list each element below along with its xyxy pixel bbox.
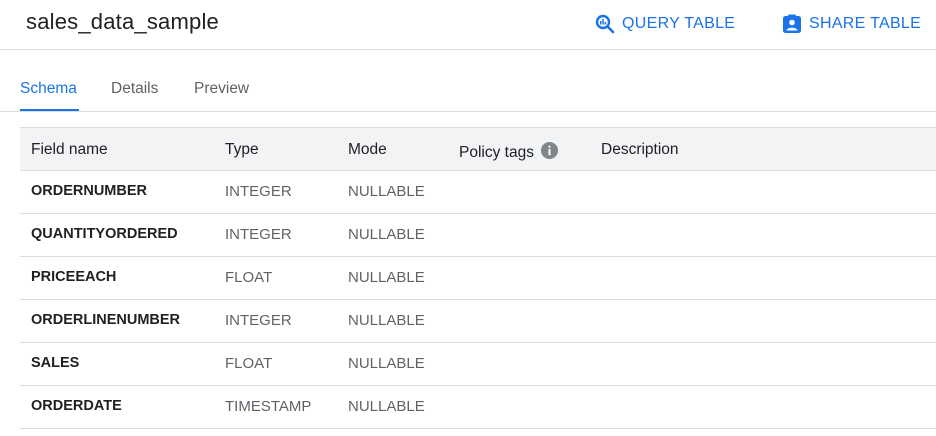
query-table-button[interactable]: QUERY TABLE — [595, 12, 735, 36]
table-row[interactable]: QUANTITYORDERED INTEGER NULLABLE — [20, 214, 936, 257]
query-search-icon — [595, 14, 615, 34]
table-header-row: Field name Type Mode Policy tags Descrip… — [20, 127, 936, 171]
field-mode-cell: NULLABLE — [348, 226, 425, 243]
tab-details[interactable]: Details — [111, 80, 158, 111]
field-mode-cell: NULLABLE — [348, 398, 425, 415]
page-header: sales_data_sample QUERY TABLE SHARE TABL… — [0, 0, 936, 50]
share-table-label: SHARE TABLE — [809, 15, 922, 32]
field-mode-cell: NULLABLE — [348, 183, 425, 200]
table-row[interactable]: PRICEEACH FLOAT NULLABLE — [20, 257, 936, 300]
field-name-cell: ORDERDATE — [31, 398, 122, 414]
field-name-cell: QUANTITYORDERED — [31, 226, 178, 242]
info-icon[interactable] — [540, 141, 559, 160]
table-details-page: sales_data_sample QUERY TABLE SHARE TABL… — [0, 0, 936, 436]
field-type-cell: FLOAT — [225, 355, 273, 372]
field-type-cell: INTEGER — [225, 183, 292, 200]
column-header-type: Type — [225, 141, 259, 158]
field-type-cell: TIMESTAMP — [225, 398, 312, 415]
field-name-cell: SALES — [31, 355, 80, 371]
field-name-cell: ORDERNUMBER — [31, 183, 147, 199]
column-header-field-name: Field name — [31, 141, 108, 158]
column-header-mode: Mode — [348, 141, 387, 158]
table-row[interactable]: ORDERLINENUMBER INTEGER NULLABLE — [20, 300, 936, 343]
tab-preview[interactable]: Preview — [194, 80, 249, 111]
table-row[interactable]: SALES FLOAT NULLABLE — [20, 343, 936, 386]
field-name-cell: ORDERLINENUMBER — [31, 312, 181, 328]
share-table-button[interactable]: SHARE TABLE — [782, 12, 921, 36]
column-header-description: Description — [601, 141, 679, 158]
page-title: sales_data_sample — [26, 9, 219, 34]
share-person-icon — [783, 14, 801, 33]
field-mode-cell: NULLABLE — [348, 312, 425, 329]
tab-schema[interactable]: Schema — [20, 80, 79, 111]
policy-tags-label: Policy tags — [459, 144, 534, 161]
table-row[interactable]: ORDERNUMBER INTEGER NULLABLE — [20, 171, 936, 214]
tab-bar: Schema Details Preview — [0, 72, 936, 112]
field-type-cell: FLOAT — [225, 269, 273, 286]
field-mode-cell: NULLABLE — [348, 355, 425, 372]
field-name-cell: PRICEEACH — [31, 269, 117, 285]
field-mode-cell: NULLABLE — [348, 269, 425, 286]
field-type-cell: INTEGER — [225, 226, 292, 243]
query-table-label: QUERY TABLE — [622, 15, 736, 32]
field-type-cell: INTEGER — [225, 312, 292, 329]
schema-table: Field name Type Mode Policy tags Descrip… — [20, 127, 936, 429]
table-row[interactable]: ORDERDATE TIMESTAMP NULLABLE — [20, 386, 936, 429]
column-header-policy-tags: Policy tags — [459, 141, 559, 162]
